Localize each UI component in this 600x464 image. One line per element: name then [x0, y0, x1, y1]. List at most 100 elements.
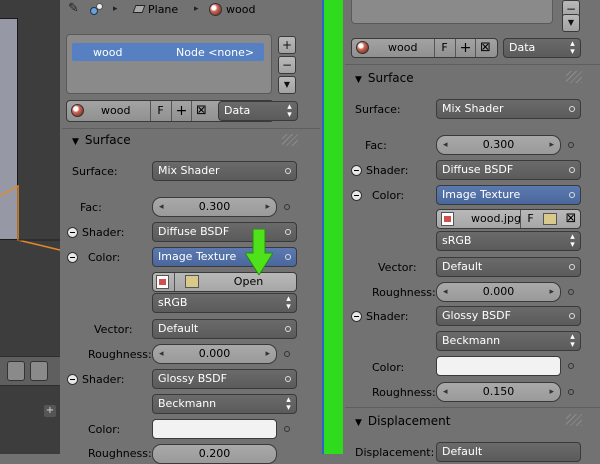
vector-select-right[interactable]: Default	[436, 257, 581, 277]
shader2-value: Glossy BSDF	[158, 372, 227, 385]
node-socket-icon	[569, 192, 575, 198]
roughness-slider-right[interactable]: ◂ 0.000 ▸	[436, 282, 561, 302]
fake-user-button-right[interactable]: F	[434, 39, 454, 57]
unlink-icon[interactable]: ⊠	[191, 101, 211, 121]
node-socket-icon	[285, 229, 291, 235]
viewport-mode-button[interactable]	[7, 361, 25, 381]
image-browse-icon[interactable]	[156, 275, 169, 289]
link-select-value: Data	[224, 104, 251, 117]
vector-value-right: Default	[442, 260, 483, 273]
updown-icon: ▴ ▾	[570, 39, 575, 57]
transform-manipulator-icon[interactable]	[30, 361, 48, 381]
breadcrumb-material[interactable]: wood	[226, 3, 255, 16]
displacement-section-header[interactable]: ▼ Displacement	[355, 414, 450, 428]
drag-handle-icon[interactable]	[566, 414, 582, 426]
open-image-button[interactable]: Open	[200, 272, 297, 292]
collapse-color-icon[interactable]	[67, 252, 78, 263]
shader2-select-right[interactable]: Glossy BSDF	[436, 306, 581, 326]
breadcrumb-object[interactable]: Plane	[148, 3, 178, 16]
fake-user-button[interactable]: F	[150, 101, 170, 121]
new-material-icon[interactable]: +	[171, 101, 191, 121]
color-input-select[interactable]: Image Texture	[152, 247, 297, 267]
image-name-value[interactable]: wood.jpg	[471, 212, 521, 225]
new-material-icon[interactable]: +	[455, 39, 475, 57]
color-label-right: Color:	[372, 189, 405, 202]
roughness-slider[interactable]: ◂ 0.000 ▸	[152, 344, 277, 364]
decrement-arrow-icon[interactable]: ◂	[443, 136, 448, 154]
slot-menu-button-right[interactable]: ▼	[562, 14, 580, 32]
section-title: Surface	[367, 71, 414, 85]
color2-swatch[interactable]	[152, 419, 277, 439]
remove-slot-button[interactable]: −	[278, 56, 296, 74]
collapse-shader1-icon-right[interactable]	[351, 165, 362, 176]
material-slot-list-right[interactable]	[351, 0, 553, 24]
vector-value: Default	[158, 322, 199, 335]
increment-arrow-icon[interactable]: ▸	[549, 283, 554, 301]
shader1-select-right[interactable]: Diffuse BSDF	[436, 160, 581, 180]
material-name-value-right[interactable]: wood	[388, 41, 417, 54]
shader1-label-right: Shader:	[366, 164, 409, 177]
color-input-select-right[interactable]: Image Texture	[436, 185, 581, 205]
image-fake-user-button[interactable]: F	[520, 210, 540, 228]
unlink-icon[interactable]: ⊠	[475, 39, 495, 57]
color-label: Color:	[88, 251, 121, 264]
surface-label: Surface:	[72, 165, 118, 178]
increment-arrow-icon[interactable]: ▸	[265, 345, 270, 363]
collapse-shader2-icon[interactable]	[67, 374, 78, 385]
slot-menu-button[interactable]: ▼	[278, 76, 296, 94]
fac-slider[interactable]: ◂ 0.300 ▸	[152, 197, 277, 217]
3d-viewport[interactable]: +	[0, 0, 60, 454]
surface-section-header[interactable]: ▼ Surface	[72, 133, 131, 147]
color2-swatch-right[interactable]	[436, 356, 561, 376]
material-browse-icon[interactable]	[71, 104, 84, 117]
displacement-select[interactable]: Default	[436, 442, 581, 462]
link-select-right[interactable]: Data ▴ ▾	[503, 38, 581, 58]
collapse-color-icon-right[interactable]	[351, 190, 362, 201]
unlink-image-icon[interactable]: ⊠	[562, 210, 580, 228]
roughness2-slider[interactable]: 0.200	[152, 444, 277, 464]
fac-slider-right[interactable]: ◂ 0.300 ▸	[436, 135, 561, 155]
add-slot-button[interactable]: +	[278, 36, 296, 54]
decrement-arrow-icon[interactable]: ◂	[159, 345, 164, 363]
collapse-triangle-icon: ▼	[355, 418, 362, 428]
shader1-label: Shader:	[82, 226, 125, 239]
roughness2-slider-right[interactable]: ◂ 0.150 ▸	[436, 382, 561, 402]
breadcrumb-separator-icon: ▸	[194, 4, 199, 14]
updown-icon: ▴ ▾	[570, 232, 575, 250]
add-region-icon[interactable]: +	[44, 405, 56, 417]
decrement-arrow-icon[interactable]: ◂	[159, 198, 164, 216]
link-select[interactable]: Data ▴ ▾	[218, 101, 298, 121]
collapse-shader1-icon[interactable]	[67, 227, 78, 238]
distribution-value: Beckmann	[158, 397, 217, 410]
collapse-shader2-icon-right[interactable]	[351, 311, 362, 322]
distribution-select-right[interactable]: Beckmann ▴ ▾	[436, 331, 581, 351]
distribution-select[interactable]: Beckmann ▴ ▾	[152, 394, 297, 414]
updown-icon: ▴ ▾	[286, 395, 291, 413]
updown-icon: ▴ ▾	[570, 332, 575, 350]
surface-shader-select-right[interactable]: Mix Shader	[436, 99, 581, 119]
drag-handle-icon[interactable]	[566, 71, 582, 83]
increment-arrow-icon[interactable]: ▸	[549, 136, 554, 154]
shader2-select[interactable]: Glossy BSDF	[152, 369, 297, 389]
decrement-arrow-icon[interactable]: ◂	[443, 383, 448, 401]
decrement-arrow-icon[interactable]: ◂	[443, 283, 448, 301]
shader2-value-right: Glossy BSDF	[442, 309, 511, 322]
increment-arrow-icon[interactable]: ▸	[265, 198, 270, 216]
surface-section-header-right[interactable]: ▼ Surface	[355, 71, 414, 85]
surface-shader-select[interactable]: Mix Shader	[152, 161, 297, 181]
material-name-value[interactable]: wood	[101, 104, 130, 117]
panel-divider	[345, 407, 600, 408]
shader1-select[interactable]: Diffuse BSDF	[152, 222, 297, 242]
material-browse-icon[interactable]	[356, 41, 369, 54]
increment-arrow-icon[interactable]: ▸	[549, 383, 554, 401]
vector-select[interactable]: Default	[152, 319, 297, 339]
node-socket-icon	[285, 376, 291, 382]
colorspace-select-right[interactable]: sRGB ▴ ▾	[436, 231, 581, 251]
node-socket-icon	[285, 254, 291, 260]
updown-icon: ▴ ▾	[286, 294, 291, 312]
pin-icon[interactable]: ✎	[68, 2, 82, 16]
open-folder-icon[interactable]	[543, 213, 557, 225]
image-browse-icon[interactable]	[441, 212, 454, 226]
colorspace-select[interactable]: sRGB ▴ ▾	[152, 293, 297, 313]
drag-handle-icon[interactable]	[282, 134, 298, 146]
